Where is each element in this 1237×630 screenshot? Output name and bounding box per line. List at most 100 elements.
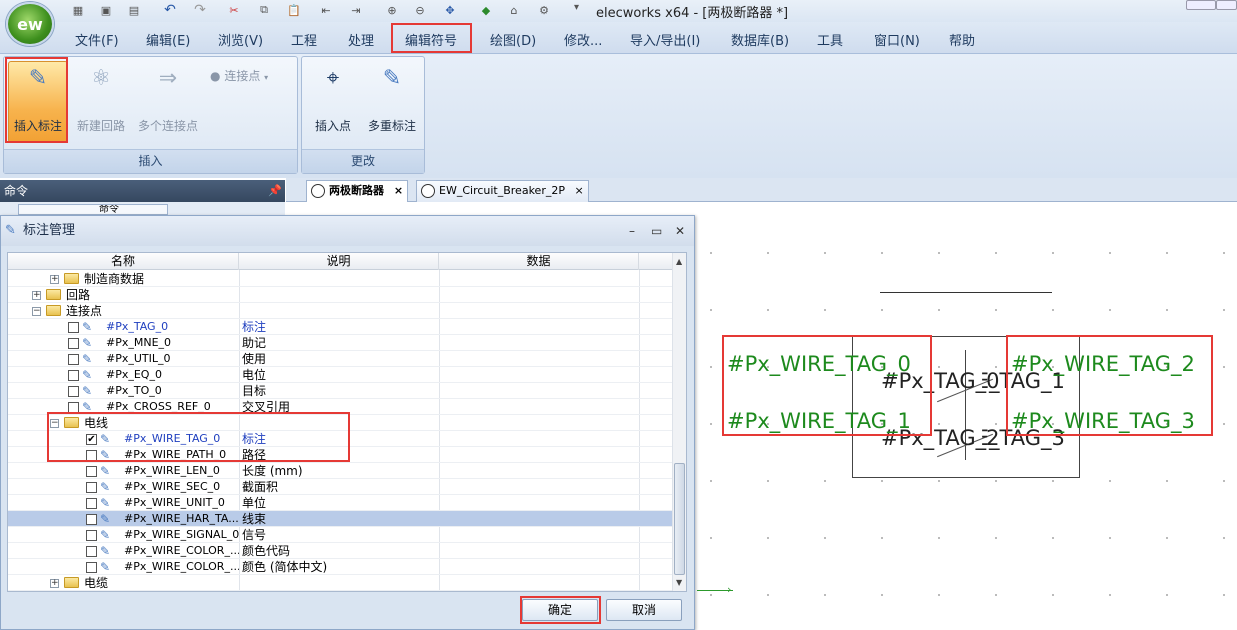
app-logo-button[interactable]: ew (6, 2, 54, 46)
save-all-icon[interactable]: ▤ (126, 2, 142, 18)
tag-row[interactable]: ✎ #Px_WIRE_UNIT_0 单位 (8, 495, 672, 511)
tag-checkbox[interactable] (86, 546, 97, 557)
tag-row[interactable]: ✎ #Px_MNE_0 助记 (8, 335, 672, 351)
col-name-header[interactable]: 名称 (8, 253, 239, 270)
tab-ew-circuit-breaker[interactable]: EW_Circuit_Breaker_2P × (416, 180, 589, 202)
tag-name: #Px_WIRE_UNIT_0 (124, 496, 225, 509)
expand-icon[interactable]: + (50, 275, 59, 284)
col-data-header[interactable]: 数据 (439, 253, 639, 270)
tag-checkbox[interactable] (68, 338, 79, 349)
command-subtab[interactable]: 命令 (18, 204, 168, 215)
insert-point-button[interactable]: ⌖ 插入点 (308, 63, 358, 134)
back-icon[interactable]: ⇤ (318, 2, 334, 18)
menu-project[interactable]: 工程 (291, 30, 317, 49)
menu-tools[interactable]: 工具 (817, 30, 843, 49)
tag-checkbox[interactable] (68, 370, 79, 381)
tree-folder-row[interactable]: + 回路 (8, 287, 672, 303)
tag-row[interactable]: ✎ #Px_WIRE_COLOR_... 颜色 (简体中文) (8, 559, 672, 575)
tag-row[interactable]: ✎ #Px_WIRE_SEC_0 截面积 (8, 479, 672, 495)
undo-icon[interactable]: ↶ (162, 2, 178, 18)
tree-folder-row[interactable]: + 制造商数据 (8, 271, 672, 287)
menu-file[interactable]: 文件(F) (75, 30, 119, 49)
tag-row[interactable]: ✎ #Px_UTIL_0 使用 (8, 351, 672, 367)
settings-icon[interactable]: ⚙ (536, 2, 552, 18)
highlight-edit-symbol (391, 23, 472, 53)
drawing-canvas[interactable]: #Px_TAG_0 #Px_WIRE_TAG_1 #Px_TAG_2 #Px_W… (695, 215, 1237, 630)
tag-description: 线束 (242, 512, 267, 526)
col-desc-header[interactable]: 说明 (239, 253, 439, 270)
scroll-thumb[interactable] (674, 463, 685, 575)
zoom-in-icon[interactable]: ⊕ (384, 2, 400, 18)
menu-help[interactable]: 帮助 (949, 30, 975, 49)
tag-row[interactable]: ✎ #Px_WIRE_HAR_TA... 线束 (8, 511, 672, 527)
copy-icon[interactable]: ⧉ (256, 2, 272, 18)
tree-folder-row[interactable]: + 电缆 (8, 575, 672, 591)
close-window-button[interactable] (1216, 0, 1237, 10)
tab-breaker[interactable]: 两极断路器 × (306, 180, 409, 202)
menu-database[interactable]: 数据库(B) (731, 30, 789, 49)
tag-icon: ✎ (82, 384, 93, 398)
save-icon[interactable]: ▣ (98, 2, 114, 18)
tag-checkbox[interactable] (86, 514, 97, 525)
grid-dot (1166, 309, 1168, 311)
pan-icon[interactable]: ✥ (442, 2, 458, 18)
tag-row[interactable]: ✎ #Px_WIRE_LEN_0 长度 (mm) (8, 463, 672, 479)
symbol-icon (311, 184, 325, 198)
tag-checkbox[interactable] (86, 482, 97, 493)
minimize-icon[interactable]: – (629, 224, 635, 238)
close-tab-icon[interactable]: × (574, 184, 583, 197)
menu-draw[interactable]: 绘图(D) (490, 30, 536, 49)
tag-row[interactable]: ✎ #Px_TO_0 目标 (8, 383, 672, 399)
tag-name: #Px_UTIL_0 (106, 352, 171, 365)
maximize-icon[interactable]: ▭ (651, 224, 662, 238)
scroll-down-icon[interactable]: ▼ (676, 578, 682, 587)
menu-edit[interactable]: 编辑(E) (146, 30, 190, 49)
tag-checkbox[interactable] (86, 466, 97, 477)
tag-checkbox[interactable] (68, 386, 79, 397)
tag-checkbox[interactable] (86, 562, 97, 573)
multi-tag-button[interactable]: ✎ 多重标注 (362, 63, 422, 134)
expand-icon[interactable]: + (50, 579, 59, 588)
menu-import-export[interactable]: 导入/导出(I) (630, 30, 700, 49)
redo-icon[interactable]: ↷ (192, 2, 208, 18)
tool-icon[interactable]: ⌂ (506, 2, 522, 18)
forward-icon[interactable]: ⇥ (348, 2, 364, 18)
expand-icon[interactable]: + (32, 291, 41, 300)
qat-dropdown-icon[interactable]: ▾ (574, 2, 579, 13)
grid-dot (824, 309, 826, 311)
tag-name: #Px_TO_0 (106, 384, 162, 397)
close-tab-icon[interactable]: × (394, 184, 403, 197)
tag-name: #Px_EQ_0 (106, 368, 162, 381)
tree-folder-row[interactable]: − 连接点 (8, 303, 672, 319)
new-circuit-button[interactable]: ⚛ 新建回路 (72, 63, 130, 134)
zoom-out-icon[interactable]: ⊖ (412, 2, 428, 18)
cut-icon[interactable]: ✂ (226, 2, 242, 18)
tag-checkbox[interactable] (86, 530, 97, 541)
cancel-button[interactable]: 取消 (606, 599, 682, 621)
tag-row[interactable]: ✎ #Px_WIRE_COLOR_... 颜色代码 (8, 543, 672, 559)
menu-view[interactable]: 浏览(V) (218, 30, 263, 49)
menu-window[interactable]: 窗口(N) (874, 30, 920, 49)
paste-icon[interactable]: 📋 (286, 2, 302, 18)
collapse-icon[interactable]: − (32, 307, 41, 316)
tag-icon: ✎ (82, 320, 93, 334)
grid-dot (824, 480, 826, 482)
connect-point-dropdown[interactable]: ● 连接点 ▾ (210, 67, 268, 84)
tag-row[interactable]: ✎ #Px_TAG_0 标注 (8, 319, 672, 335)
highlight-wire-rows (47, 412, 350, 462)
run-icon[interactable]: ◆ (478, 2, 494, 18)
multi-connect-button[interactable]: ⇒ 多个连接点 (132, 63, 204, 134)
tag-checkbox[interactable] (68, 322, 79, 333)
minimize-button[interactable] (1186, 0, 1216, 10)
tag-checkbox[interactable] (86, 498, 97, 509)
menu-process[interactable]: 处理 (348, 30, 374, 49)
new-icon[interactable]: ▦ (70, 2, 86, 18)
menu-modify[interactable]: 修改... (564, 30, 602, 49)
tag-row[interactable]: ✎ #Px_EQ_0 电位 (8, 367, 672, 383)
grid-dot (1109, 252, 1111, 254)
pin-icon[interactable]: 📌 (268, 180, 282, 202)
tag-checkbox[interactable] (68, 354, 79, 365)
scroll-up-icon[interactable]: ▲ (676, 257, 682, 266)
tag-row[interactable]: ✎ #Px_WIRE_SIGNAL_0 信号 (8, 527, 672, 543)
close-icon[interactable]: ✕ (675, 224, 685, 238)
